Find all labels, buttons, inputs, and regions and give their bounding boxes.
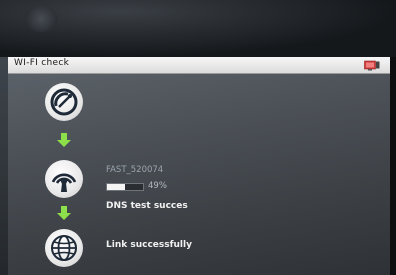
down-arrow-icon bbox=[57, 206, 71, 220]
wifi-check-screen: WI-FI check FAST_520074 49% DNS test suc… bbox=[0, 0, 396, 275]
title-bar: WI-FI check bbox=[8, 57, 390, 74]
window-title: WI-FI check bbox=[14, 58, 70, 68]
progress-percent: 49% bbox=[148, 181, 167, 191]
background-area bbox=[0, 0, 396, 57]
progress-fill bbox=[107, 184, 125, 190]
tv-icon bbox=[364, 60, 380, 71]
wifi-signal-icon bbox=[45, 160, 83, 198]
screen-edge bbox=[390, 57, 396, 275]
globe-icon bbox=[45, 229, 83, 267]
logo-icon bbox=[24, 6, 58, 32]
dns-status-text: DNS test succes bbox=[106, 201, 188, 211]
down-arrow-icon bbox=[57, 133, 71, 147]
connection-progress-bar bbox=[106, 183, 144, 191]
link-status-text: Link successfully bbox=[106, 240, 192, 250]
wifi-ssid: FAST_520074 bbox=[106, 165, 164, 175]
satellite-dish-icon bbox=[45, 83, 83, 121]
